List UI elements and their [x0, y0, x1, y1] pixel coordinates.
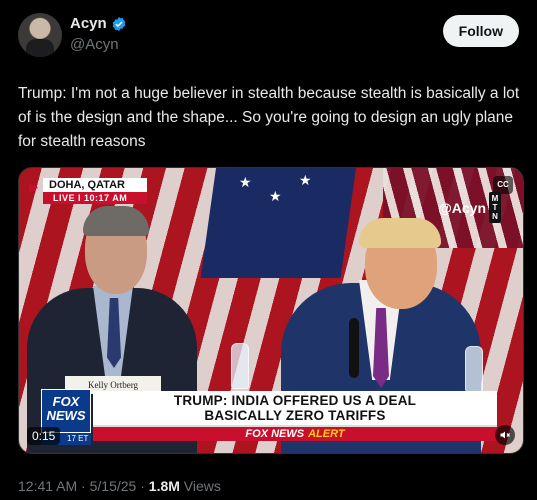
tweet-text: Trump: I'm not a huge believer in stealt…: [18, 85, 520, 150]
live-arrow-icon: ▶: [29, 180, 39, 194]
chyron-line: TRUMP: INDIA OFFERED US A DEAL: [173, 393, 417, 408]
video-player[interactable]: ★ ★ ★ Kelly Ortberg ▶ DOHA, QATAR LIVE I…: [18, 167, 524, 454]
mtn-letter: N: [492, 212, 498, 221]
meta-separator: ·: [140, 478, 145, 494]
microphone: [349, 318, 359, 378]
author-name-row: Acyn: [70, 15, 127, 32]
chyron: TRUMP: INDIA OFFERED US A DEAL BASICALLY…: [93, 391, 497, 427]
views-count: 1.8M: [148, 478, 180, 494]
live-time: 10:17 AM: [84, 193, 128, 203]
live-row: LIVE I 10:17 AM: [43, 192, 147, 204]
water-bottle: [465, 346, 483, 392]
mtn-letter: M: [491, 194, 499, 203]
mute-button[interactable]: [495, 425, 515, 445]
flag-star: ★: [239, 174, 252, 190]
mute-icon: [500, 431, 510, 439]
alert-word: ALERT: [308, 428, 345, 440]
alert-brand: FOX NEWS: [245, 428, 305, 440]
watermark: @Acyn M T N: [438, 192, 501, 223]
tweet-meta: 12:41 AM · 5/15/25 · 1.8M Views: [18, 478, 221, 494]
post-time[interactable]: 12:41 AM: [18, 478, 77, 494]
tweet-header: Acyn @Acyn Follow: [18, 13, 519, 59]
chyron-line: BASICALLY ZERO TARIFFS: [204, 408, 386, 423]
meta-separator: ·: [81, 478, 86, 494]
flag-canton: [200, 168, 358, 278]
water-bottle: [231, 343, 249, 389]
live-label: LIVE: [53, 193, 76, 203]
speaker-right-hair: [359, 218, 441, 248]
follow-button[interactable]: Follow: [442, 15, 519, 47]
author-handle[interactable]: @Acyn: [70, 36, 119, 53]
watermark-handle: @Acyn: [438, 199, 486, 216]
author-display-name[interactable]: Acyn: [70, 15, 107, 32]
video-elapsed-time: 0:15: [27, 427, 61, 445]
mtn-badge: M T N: [489, 192, 501, 223]
avatar[interactable]: [18, 13, 62, 57]
alert-bar: FOX NEWS ALERT: [93, 427, 497, 441]
lower-third: TRUMP: INDIA OFFERED US A DEAL BASICALLY…: [19, 389, 523, 453]
speaker-left-hair: [83, 206, 149, 236]
views-label: Views: [183, 478, 221, 494]
location-label: DOHA, QATAR: [43, 178, 147, 192]
location-bug: ▶ DOHA, QATAR LIVE I 10:17 AM: [29, 178, 147, 204]
post-date[interactable]: 5/15/25: [90, 478, 137, 494]
flag-star: ★: [299, 172, 312, 188]
mtn-letter: T: [492, 203, 498, 212]
flag-star: ★: [269, 188, 282, 204]
verified-badge-icon: [112, 16, 126, 31]
